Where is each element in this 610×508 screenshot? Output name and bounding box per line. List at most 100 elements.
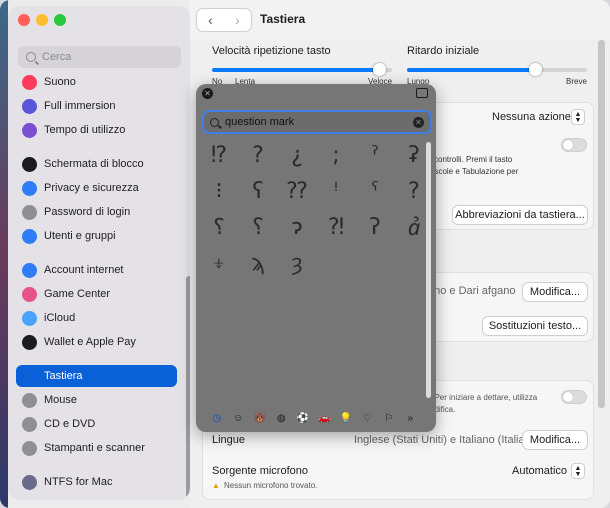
dictation-toggle[interactable] (561, 390, 587, 404)
sidebar-item-label: CD e DVD (44, 418, 96, 430)
sidebar-item-label: NTFS for Mac (44, 476, 113, 488)
microphone-warning: Nessun microfono trovato. (224, 481, 318, 490)
sidebar-item-label: Full immersion (44, 100, 116, 112)
delay-slider[interactable] (407, 63, 587, 76)
character-cell[interactable]: ˁ (356, 176, 394, 206)
close-icon[interactable]: ✕ (202, 88, 213, 99)
sidebar-item-label: Tempo di utilizzo (44, 124, 126, 136)
sidebar-item-schermata-di-blocco[interactable]: Schermata di blocco (16, 153, 177, 175)
repeat-rate-fill (212, 68, 380, 72)
sidebar-item-cd-e-dvd[interactable]: CD e DVD (16, 413, 177, 435)
character-cell[interactable]: ⁉ (200, 140, 238, 170)
sidebar-item-label: Schermata di blocco (44, 158, 144, 170)
sidebar: Cerca Suono Full immersion Tempo di utiliz… (8, 6, 190, 500)
character-cell[interactable]: ⸮ (239, 212, 277, 242)
warning-icon: ▲ (212, 481, 220, 490)
apple-icon[interactable]: ◍ (271, 413, 293, 424)
sidebar-search-input[interactable]: Cerca (18, 46, 181, 68)
character-cell[interactable]: ʔ (356, 212, 394, 242)
sidebar-item-game-center[interactable]: Game Center (16, 283, 177, 305)
ball-icon[interactable]: ⚽ (292, 413, 314, 424)
sidebar-item-wallet-e-apple-pay[interactable]: Wallet e Apple Pay (16, 331, 177, 353)
navigation-buttons: ‹ › (196, 8, 252, 32)
zoom-window-button[interactable] (54, 14, 66, 26)
sidebar-item-icloud[interactable]: iCloud (16, 307, 177, 329)
more-icon[interactable]: » (400, 413, 422, 424)
character-cell[interactable]: ⁈ (317, 212, 355, 242)
back-button[interactable]: ‹ (197, 9, 224, 31)
forward-button[interactable]: › (224, 9, 251, 31)
character-grid-scrollbar[interactable] (426, 142, 431, 398)
repeat-rate-knob[interactable] (373, 63, 387, 76)
character-cell[interactable]: ˀ (356, 140, 394, 170)
smiley-icon[interactable]: ☺ (228, 413, 250, 424)
repeat-rate-slider[interactable] (212, 63, 392, 76)
search-icon (26, 52, 36, 62)
sidebar-item-stampanti-e-scanner[interactable]: Stampanti e scanner (16, 437, 177, 459)
sidebar-item-label: Wallet e Apple Pay (44, 336, 136, 348)
delay-knob[interactable] (528, 63, 542, 76)
input-sources-value: ano e Dari afgano (428, 285, 516, 297)
sidebar-item-tempo-di-utilizzo[interactable]: Tempo di utilizzo (16, 119, 177, 141)
microphone-source-value[interactable]: Automatico (512, 465, 567, 477)
character-viewer-popover: ✕ question mark ✕ ⁉? ¿; ˀ ʡ ⁝ ʕ ⁇ ꜝ ˁ? ؟ ⸮ ɂ ⁈ ʔ ꞻ ⍖ ϡ ȝ … (196, 84, 436, 432)
microphone-source-label: Sorgente microfono (212, 465, 308, 477)
fn-action-value[interactable]: Nessuna azione (492, 111, 571, 123)
delay-max-label: Breve (566, 77, 587, 86)
sidebar-item-mouse[interactable]: Mouse (16, 389, 177, 411)
character-cell[interactable]: ⁇ (278, 176, 316, 206)
keyboard-shortcuts-button[interactable]: Abbreviazioni da tastiera... (452, 205, 588, 225)
sidebar-item-full-immersion[interactable]: Full immersion (16, 95, 177, 117)
car-icon[interactable]: 🚗 (314, 413, 336, 424)
sidebar-item-privacy-e-sicurezza[interactable]: Privacy e sicurezza (16, 177, 177, 199)
flag-icon[interactable]: ⚐ (378, 413, 400, 424)
modify-languages-button[interactable]: Modifica... (522, 430, 588, 450)
sidebar-item-ntfs-for-mac[interactable]: NTFS for Mac (16, 471, 177, 493)
sidebar-item-utenti-e-gruppi[interactable]: Utenti e gruppi (16, 225, 177, 247)
microphone-select-icon[interactable]: ▲ ▼ (571, 463, 585, 479)
character-cell[interactable]: ϡ (239, 248, 277, 278)
character-cell[interactable]: ؟ (200, 212, 238, 242)
desktop-background (0, 0, 8, 508)
text-replacements-button[interactable]: Sostituzioni testo... (482, 316, 588, 336)
character-cell[interactable]: ꜝ (317, 176, 355, 206)
wallet-icon (22, 334, 37, 350)
sidebar-item-password-di-login[interactable]: Password di login (16, 201, 177, 223)
mouse-icon (22, 392, 37, 408)
lock-icon (22, 204, 37, 220)
game-center-icon (22, 286, 37, 302)
cloud-icon (22, 310, 37, 326)
character-cell[interactable]: ɂ (278, 212, 316, 242)
clear-search-icon[interactable]: ✕ (413, 117, 424, 128)
close-window-button[interactable] (18, 14, 30, 26)
minimize-window-button[interactable] (36, 14, 48, 26)
moon-icon (22, 98, 37, 114)
character-cell[interactable]: ⍖ (200, 248, 238, 278)
character-cell[interactable]: ⁝ (200, 176, 238, 206)
hourglass-icon (22, 122, 37, 138)
keyboard-icon (22, 368, 37, 384)
main-scrollbar[interactable] (598, 40, 605, 408)
sidebar-item-account-internet[interactable]: Account internet (16, 259, 177, 281)
keyboard-navigation-toggle[interactable] (561, 138, 587, 152)
character-search-input[interactable]: question mark ✕ (202, 110, 432, 134)
sidebar-item-suono[interactable]: Suono (16, 71, 177, 93)
keyboard-navigation-text-1: i controlli. Premi il tasto (430, 155, 513, 164)
toolbar: ‹ › Tastiera (190, 0, 610, 40)
speaker-icon (22, 74, 37, 90)
fn-action-select-icon[interactable]: ▲ ▼ (571, 109, 585, 125)
character-cell[interactable]: ? (239, 140, 277, 170)
bear-icon[interactable]: 🐻 (249, 413, 271, 424)
character-cell[interactable]: ¿ (278, 140, 316, 170)
character-cell[interactable]: ʕ (239, 176, 277, 206)
modify-input-sources-button[interactable]: Modifica... (522, 282, 588, 302)
sidebar-item-tastiera[interactable]: Tastiera (16, 365, 177, 387)
clock-icon[interactable]: ◷ (206, 413, 228, 424)
expand-viewer-icon[interactable] (416, 88, 428, 98)
repeat-rate-label: Velocità ripetizione tasto (212, 45, 331, 57)
character-cell[interactable]: ; (317, 140, 355, 170)
lock-screen-icon (22, 156, 37, 172)
character-cell[interactable]: ȝ (278, 248, 316, 278)
bulb-icon[interactable]: 💡 (335, 413, 357, 424)
heart-icon[interactable]: ♡ (357, 413, 379, 424)
